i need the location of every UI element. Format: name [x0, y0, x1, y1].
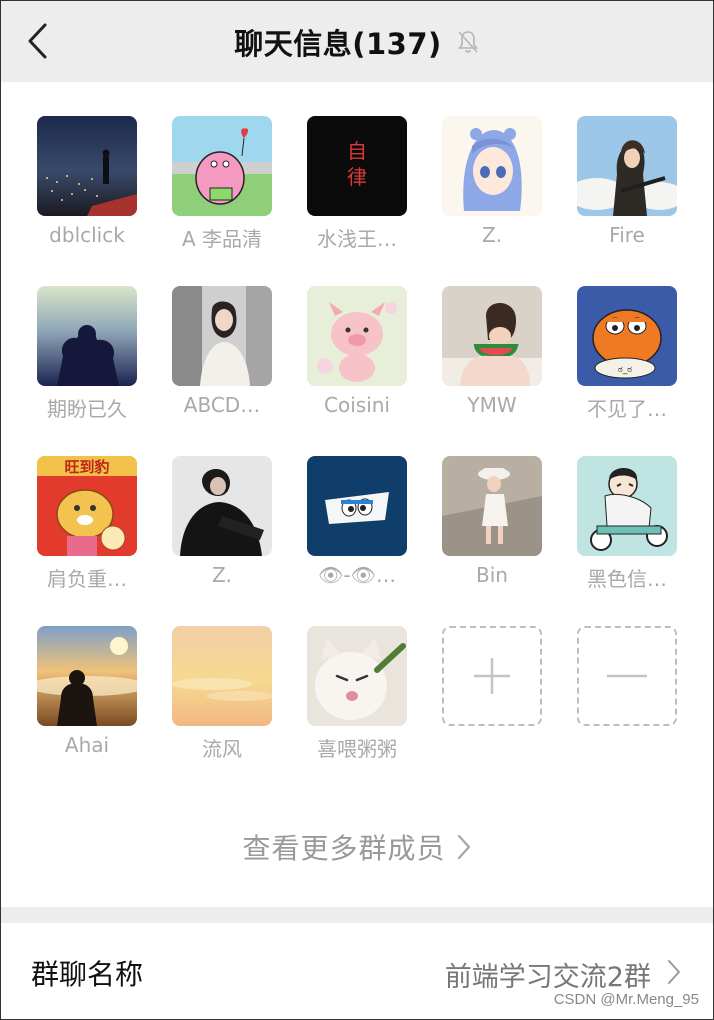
member-item[interactable]: YMW [424, 286, 560, 456]
plus-icon [474, 658, 510, 694]
member-item[interactable]: Bin [424, 456, 560, 626]
member-item[interactable]: ABCD… [154, 286, 290, 456]
member-name: Z. [481, 223, 503, 247]
add-member-item[interactable] [424, 626, 560, 796]
svg-text:ಠ_ಠ: ಠ_ಠ [618, 365, 632, 375]
man-black-shirt-avatar[interactable] [172, 456, 272, 556]
member-name: Bin [476, 563, 508, 587]
member-name: 水浅王… [317, 227, 397, 251]
chevron-right-icon [457, 834, 470, 860]
member-item[interactable]: 旺到豹 肩负重… [19, 456, 155, 626]
member-name: 流风 [202, 737, 242, 761]
patrick-star-avatar[interactable] [172, 116, 272, 216]
svg-text:旺到豹: 旺到豹 [64, 458, 109, 476]
add-member-button[interactable] [442, 626, 542, 726]
member-item[interactable]: 喜喂粥粥 [289, 626, 425, 796]
member-name: 期盼已久 [47, 397, 127, 421]
svg-text:律: 律 [347, 165, 367, 189]
member-item[interactable]: Ahai [19, 626, 155, 796]
night-city-avatar[interactable] [37, 116, 137, 216]
pink-pig-avatar[interactable] [307, 286, 407, 386]
zilv-text-avatar[interactable]: 自律 [307, 116, 407, 216]
member-item[interactable]: 黑色信… [559, 456, 695, 626]
member-name: Z. [211, 563, 233, 587]
scooter-cartoon-avatar[interactable] [577, 456, 677, 556]
remove-member-item[interactable] [559, 626, 695, 796]
member-item[interactable]: 自律 水浅王… [289, 116, 425, 286]
member-name: YMW [467, 393, 517, 417]
header-bar: 聊天信息(137) [1, 1, 713, 82]
member-item[interactable]: dblclick [19, 116, 155, 286]
sunset-man-avatar[interactable] [37, 626, 137, 726]
member-item[interactable]: 期盼已久 [19, 286, 155, 456]
see-more-members-button[interactable]: 查看更多群成员 [1, 827, 713, 867]
svg-text:自: 自 [347, 139, 367, 163]
member-name: dblclick [49, 223, 125, 247]
chevron-left-icon[interactable] [25, 21, 51, 61]
group-name-label: 群聊名称 [31, 958, 144, 991]
garfield-avatar[interactable]: ಠ_ಠ [577, 286, 677, 386]
toddler-avatar[interactable] [442, 456, 542, 556]
white-cat-avatar[interactable] [307, 626, 407, 726]
group-name-value: 前端学习交流2群 [444, 962, 651, 993]
watermelon-girl-avatar[interactable] [442, 286, 542, 386]
csdn-watermark: CSDN @Mr.Meng_95 [553, 991, 699, 1008]
member-item[interactable]: 👁‍‍-👁… [289, 456, 425, 626]
chevron-right-icon [668, 960, 680, 984]
member-name: Ahai [64, 733, 110, 757]
member-item[interactable]: Fire [559, 116, 695, 286]
member-item[interactable]: 流风 [154, 626, 290, 796]
member-name: 肩负重… [47, 567, 127, 591]
see-more-label: 查看更多群成员 [242, 832, 446, 865]
member-name: 黑色信… [587, 567, 667, 591]
member-name: A 李品清 [181, 227, 263, 251]
member-item[interactable]: ಠ_ಠ 不见了… [559, 286, 695, 456]
member-name: ABCD… [183, 393, 261, 417]
sunset-sky-avatar[interactable] [172, 626, 272, 726]
member-item[interactable]: Coisini [289, 286, 425, 456]
chat-info-screen: 聊天信息(137) dblclick A 李品清 自 律 水浅王… Z. Fir… [0, 0, 714, 1020]
remove-member-button[interactable] [577, 626, 677, 726]
member-item[interactable]: Z. [424, 116, 560, 286]
title-group: 聊天信息(137) [1, 1, 713, 82]
member-name: 👁‍‍-👁… [318, 563, 396, 587]
page-title: 聊天信息(137) [234, 26, 442, 61]
peeking-cartoon-avatar[interactable] [307, 456, 407, 556]
minus-icon [607, 674, 647, 678]
member-name: Fire [609, 223, 645, 247]
member-item[interactable]: A 李品清 [154, 116, 290, 286]
member-name: Coisini [324, 393, 390, 417]
lion-fortune-avatar[interactable]: 旺到豹 [37, 456, 137, 556]
silhouette-avatar[interactable] [37, 286, 137, 386]
member-name: 不见了… [587, 397, 667, 421]
anime-gunner-avatar[interactable] [577, 116, 677, 216]
anime-girl-avatar[interactable] [442, 116, 542, 216]
bell-off-icon [457, 30, 478, 53]
member-name: 喜喂粥粥 [317, 737, 397, 761]
woman-photo-avatar[interactable] [172, 286, 272, 386]
member-item[interactable]: Z. [154, 456, 290, 626]
member-panel: dblclick A 李品清 自律 水浅王… Z. Fire 期盼已久 ABCD… [1, 82, 713, 907]
